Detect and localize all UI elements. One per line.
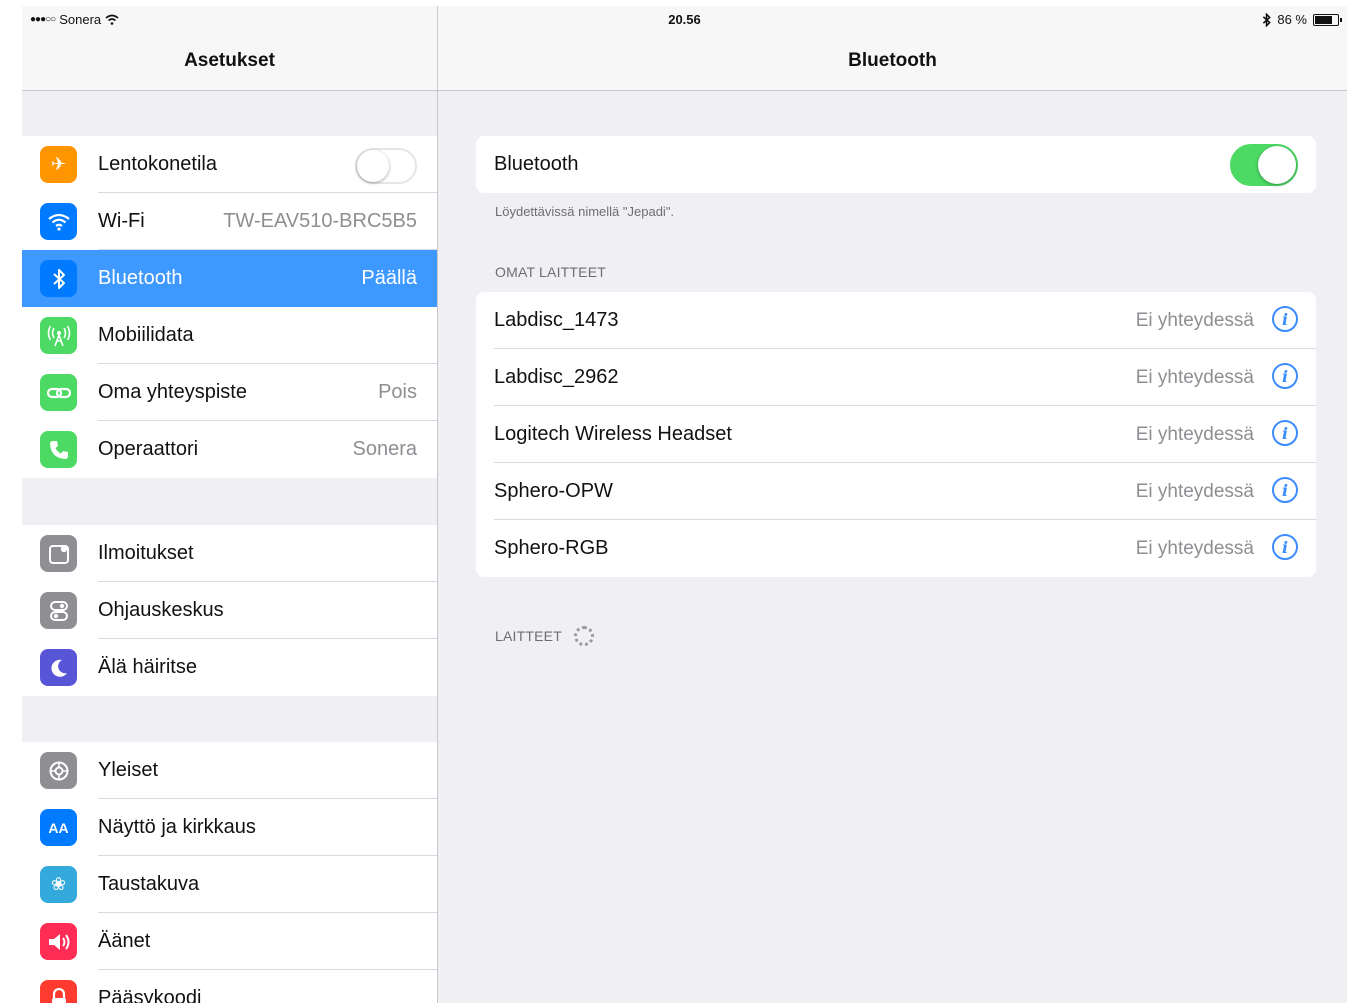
detail-title: Bluetooth	[848, 50, 937, 71]
row-carrier[interactable]: Operaattori Sonera	[22, 421, 437, 478]
row-label: Ohjauskeskus	[98, 599, 224, 621]
my-devices-list: Labdisc_1473 Ei yhteydessä i Labdisc_296…	[476, 292, 1316, 577]
airplane-mode-toggle[interactable]	[355, 148, 417, 184]
bluetooth-state-value: Päällä	[361, 267, 417, 289]
wifi-network-value: TW-EAV510-BRC5B5	[223, 210, 417, 232]
flower-icon: ❀	[40, 866, 77, 903]
device-name: Logitech Wireless Headset	[494, 423, 732, 445]
info-icon[interactable]: i	[1272, 420, 1298, 446]
link-icon	[40, 374, 77, 411]
row-cellular-data[interactable]: Mobiilidata	[22, 307, 437, 364]
moon-icon	[40, 649, 77, 686]
status-right: 86 %	[1262, 12, 1342, 27]
gear-icon	[40, 752, 77, 789]
device-status: Ei yhteydessä	[1135, 537, 1254, 559]
info-icon[interactable]: i	[1272, 534, 1298, 560]
settings-group-notifications: Ilmoitukset Ohjauskeskus Älä häiritse	[22, 525, 437, 696]
row-label: Lentokonetila	[98, 153, 217, 175]
row-do-not-disturb[interactable]: Älä häiritse	[22, 639, 437, 696]
ipad-screen: Asetukset ✈ Lentokonetila Wi-Fi TW-EAV51…	[22, 6, 1347, 1003]
row-notifications[interactable]: Ilmoitukset	[22, 525, 437, 582]
device-name: Labdisc_1473	[494, 309, 619, 331]
row-wallpaper[interactable]: ❀ Taustakuva	[22, 856, 437, 913]
bluetooth-icon	[40, 260, 77, 297]
device-row[interactable]: Sphero-OPW Ei yhteydessä i	[476, 463, 1316, 520]
bluetooth-status-icon	[1263, 12, 1272, 27]
row-label: Bluetooth	[98, 267, 183, 289]
device-status: Ei yhteydessä	[1135, 366, 1254, 388]
row-personal-hotspot[interactable]: Oma yhteyspiste Pois	[22, 364, 437, 421]
battery-icon	[1313, 13, 1342, 26]
control-center-icon	[40, 592, 77, 629]
row-general[interactable]: Yleiset	[22, 742, 437, 799]
wifi-icon	[40, 203, 77, 240]
settings-master-panel: Asetukset ✈ Lentokonetila Wi-Fi TW-EAV51…	[22, 6, 438, 1003]
device-status: Ei yhteydessä	[1135, 480, 1254, 502]
device-row[interactable]: Labdisc_1473 Ei yhteydessä i	[476, 292, 1316, 349]
row-bluetooth-switch[interactable]: Bluetooth	[476, 136, 1316, 193]
hotspot-state-value: Pois	[378, 381, 417, 403]
master-title: Asetukset	[184, 50, 275, 71]
toggle-knob	[1258, 146, 1296, 184]
device-name: Labdisc_2962	[494, 366, 619, 388]
row-bluetooth[interactable]: Bluetooth Päällä	[22, 250, 437, 307]
row-label: Taustakuva	[98, 873, 200, 895]
loading-spinner-icon	[573, 626, 594, 646]
row-label: Pääsykoodi	[98, 987, 202, 1003]
row-label: Wi-Fi	[98, 210, 145, 232]
devices-header-label: LAITTEET	[495, 628, 562, 644]
row-control-center[interactable]: Ohjauskeskus	[22, 582, 437, 639]
device-name: Sphero-OPW	[494, 480, 613, 502]
discoverable-note: Löydettävissä nimellä "Jepadi".	[495, 204, 675, 219]
text-size-icon: AA	[40, 809, 77, 846]
toggle-knob	[357, 150, 389, 182]
status-time: 20.56	[668, 12, 701, 27]
settings-group-connectivity: ✈ Lentokonetila Wi-Fi TW-EAV510-BRC5B5 B…	[22, 136, 437, 478]
lock-icon	[40, 980, 77, 1003]
carrier-value: Sonera	[352, 438, 418, 460]
devices-section-header: LAITTEET	[495, 626, 594, 646]
speaker-icon	[40, 923, 77, 960]
info-icon[interactable]: i	[1272, 363, 1298, 389]
row-airplane-mode[interactable]: ✈ Lentokonetila	[22, 136, 437, 193]
info-icon[interactable]: i	[1272, 477, 1298, 503]
row-label: Mobiilidata	[98, 324, 194, 346]
row-label: Oma yhteyspiste	[98, 381, 247, 403]
my-devices-header: OMAT LAITTEET	[495, 264, 606, 280]
phone-icon	[40, 431, 77, 468]
device-row[interactable]: Labdisc_2962 Ei yhteydessä i	[476, 349, 1316, 406]
row-wifi[interactable]: Wi-Fi TW-EAV510-BRC5B5	[22, 193, 437, 250]
row-label: Ilmoitukset	[98, 542, 194, 564]
row-label: Näyttö ja kirkkaus	[98, 816, 256, 838]
row-passcode[interactable]: Pääsykoodi	[22, 970, 437, 1003]
settings-group-general: Yleiset AA Näyttö ja kirkkaus ❀ Taustaku…	[22, 742, 437, 1003]
antenna-icon	[40, 317, 77, 354]
status-bar: ●●●○○ Sonera 20.56 86 %	[22, 6, 1347, 34]
device-row[interactable]: Logitech Wireless Headset Ei yhteydessä …	[476, 406, 1316, 463]
notifications-icon	[40, 535, 77, 572]
bluetooth-toggle-card: Bluetooth	[476, 136, 1316, 193]
bluetooth-detail-panel: Bluetooth Bluetooth Löydettävissä nimell…	[438, 6, 1347, 1003]
airplane-icon: ✈	[40, 146, 77, 183]
battery-percentage: 86 %	[1277, 12, 1307, 27]
row-label: Yleiset	[98, 759, 159, 781]
battery-tip	[1340, 17, 1342, 22]
device-row[interactable]: Sphero-RGB Ei yhteydessä i	[476, 520, 1316, 577]
bluetooth-toggle[interactable]	[1230, 144, 1298, 186]
device-name: Sphero-RGB	[494, 537, 609, 559]
device-status: Ei yhteydessä	[1135, 423, 1254, 445]
row-label: Operaattori	[98, 438, 199, 460]
bluetooth-switch-label: Bluetooth	[494, 153, 579, 175]
battery-level-fill	[1315, 15, 1333, 24]
row-label: Älä häiritse	[98, 656, 197, 678]
row-sounds[interactable]: Äänet	[22, 913, 437, 970]
device-status: Ei yhteydessä	[1135, 309, 1254, 331]
row-label: Äänet	[98, 930, 151, 952]
info-icon[interactable]: i	[1272, 306, 1298, 332]
row-display-brightness[interactable]: AA Näyttö ja kirkkaus	[22, 799, 437, 856]
